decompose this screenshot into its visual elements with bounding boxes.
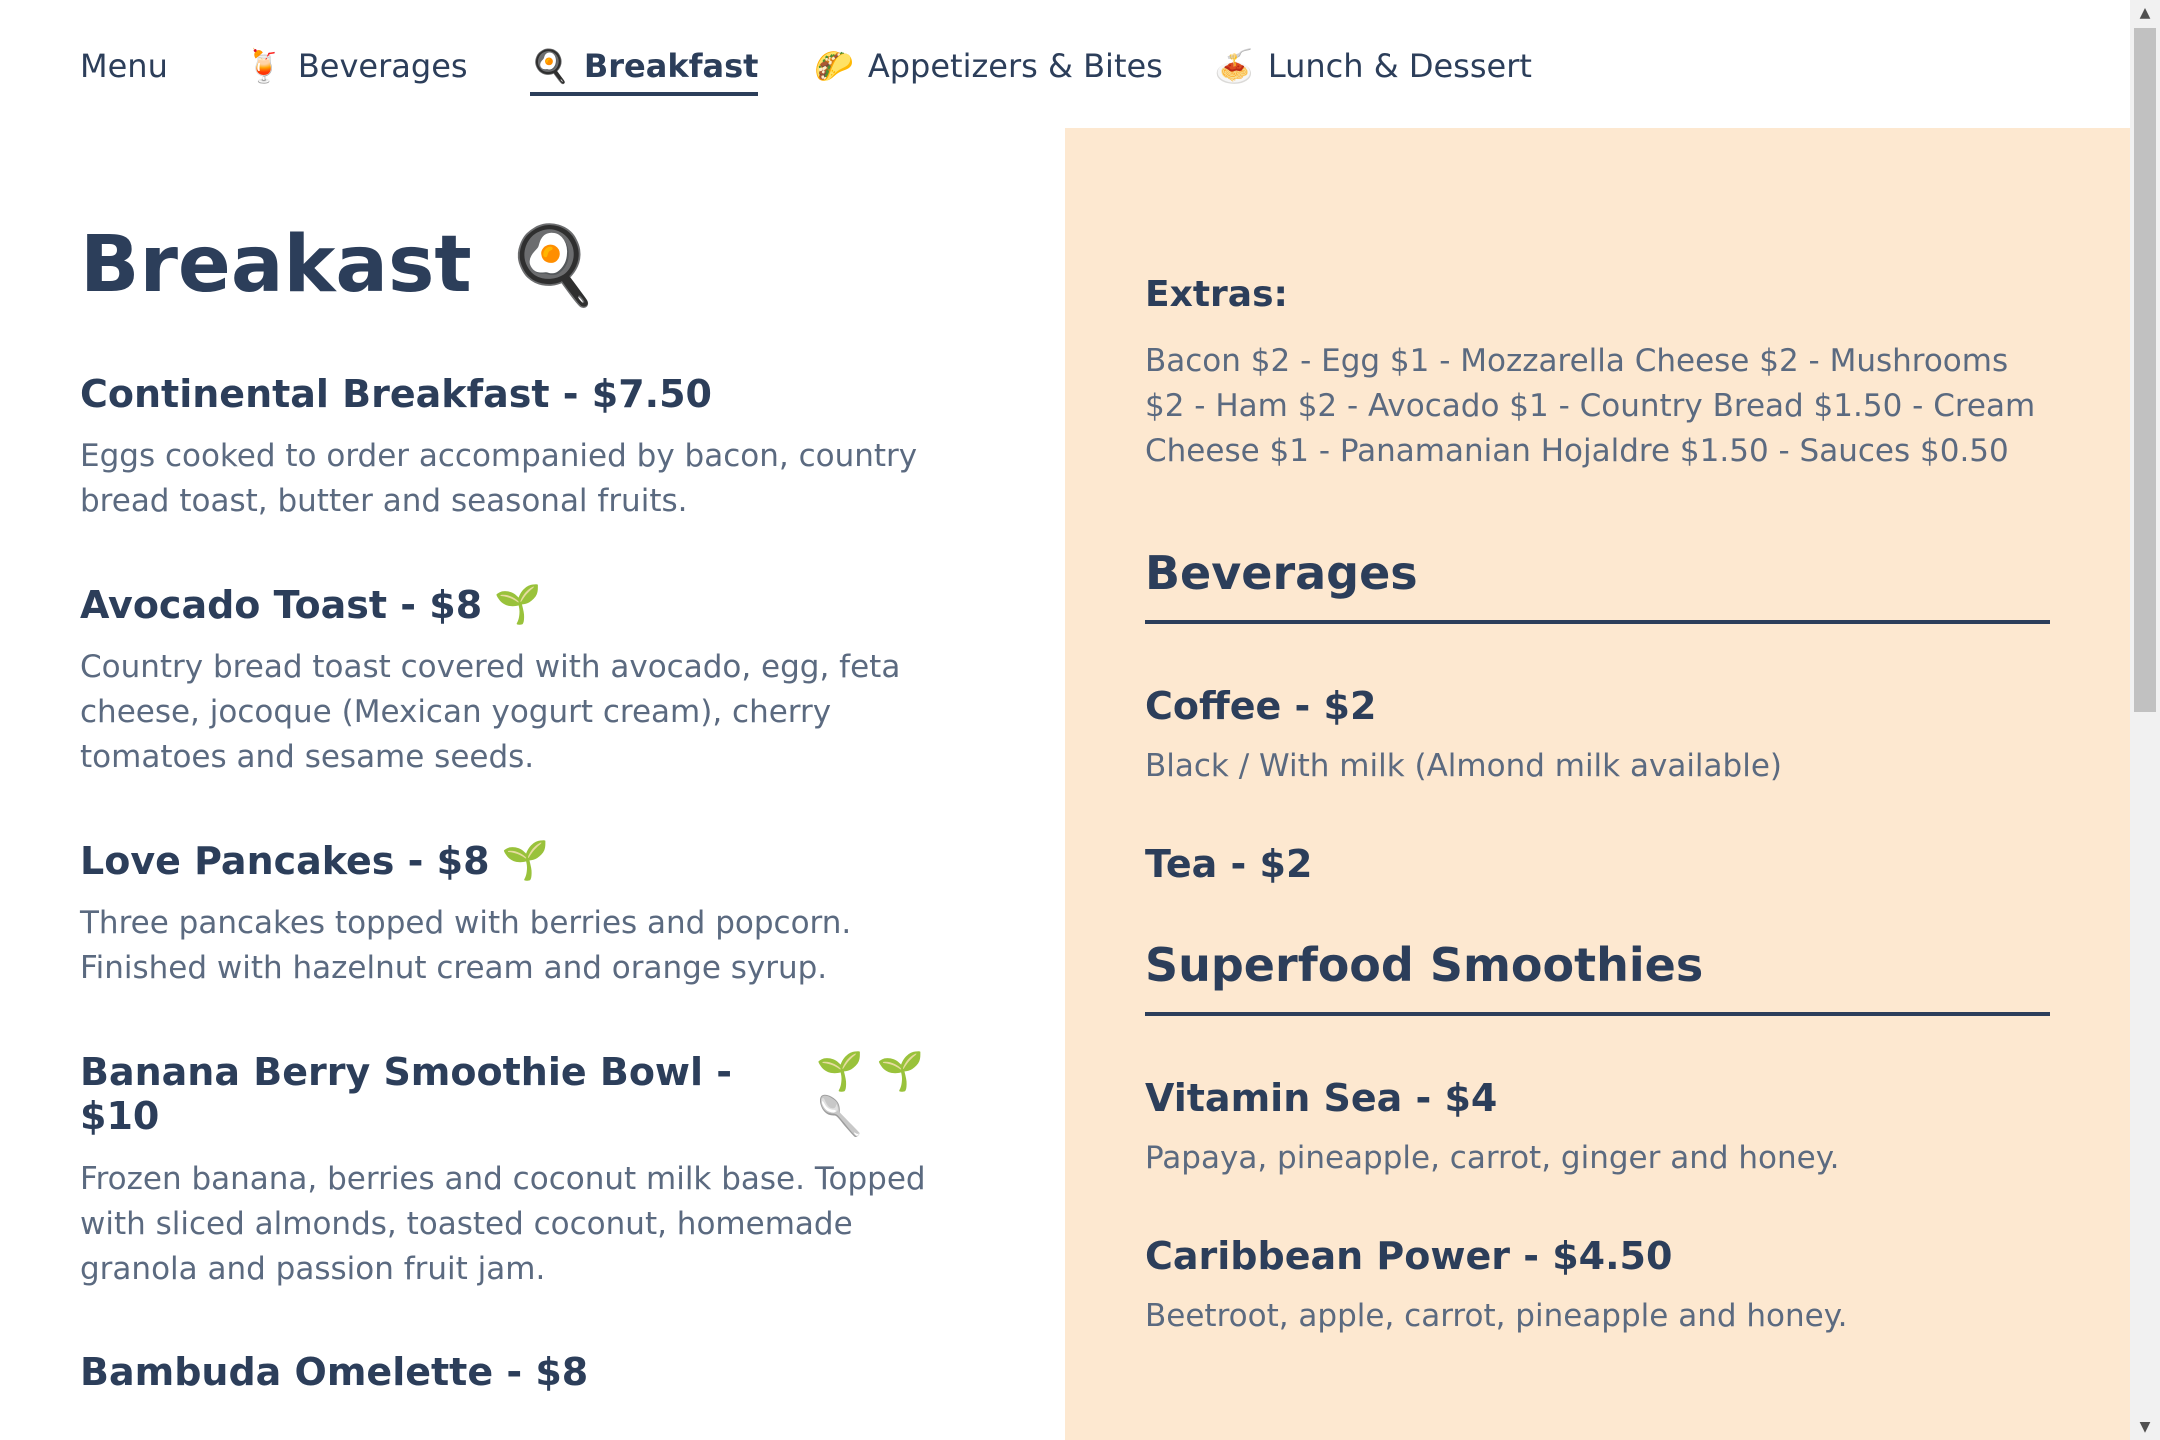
menu-item-title: Caribbean Power - $4.50 (1145, 1234, 1673, 1278)
menu-item-description: Three pancakes topped with berries and p… (80, 905, 852, 986)
menu-item-title: Bambuda Omelette - $8 (80, 1350, 980, 1394)
scroll-up-arrow-icon[interactable]: ▲ (2130, 0, 2160, 26)
menu-item-description: Frozen banana, berries and coconut milk … (80, 1161, 926, 1287)
menu-item: Tea - $2 (1145, 842, 2050, 886)
menu-item-description: Black / With milk (Almond milk available… (1145, 748, 1782, 784)
nav-item-label: Menu (80, 47, 168, 85)
breakfast-section: Breakast 🍳 Continental Breakfast - $7.50… (80, 200, 980, 1394)
menu-item: Continental Breakfast - $7.50 Eggs cooke… (80, 372, 980, 524)
nav-item-lunch-dessert[interactable]: 🍝 Lunch & Dessert (1214, 40, 1532, 92)
nav-item-label: Breakfast (583, 47, 759, 85)
scrollbar-thumb[interactable] (2134, 28, 2156, 712)
menu-item-description: Papaya, pineapple, carrot, ginger and ho… (1145, 1140, 1840, 1176)
menu-item-description: Country bread toast covered with avocado… (80, 649, 901, 775)
top-nav: Menu 🍹 Beverages 🍳 Breakfast 🌮 Appetizer… (0, 0, 2130, 128)
smoothies-heading: Superfood Smoothies (1145, 938, 2050, 1016)
menu-item: Vitamin Sea - $4 Papaya, pineapple, carr… (1145, 1076, 2050, 1176)
nav-item-appetizers[interactable]: 🌮 Appetizers & Bites (814, 40, 1163, 92)
menu-item-name: Love Pancakes - $8 (80, 838, 490, 883)
taco-icon: 🌮 (814, 47, 854, 85)
menu-item-title: Avocado Toast - $8 🌱 (80, 582, 980, 627)
vegetarian-icon: 🌱 (501, 838, 549, 882)
side-panel-content: Extras: Bacon $2 - Egg $1 - Mozzarella C… (1145, 274, 2050, 1334)
extras-label: Extras: (1145, 274, 1288, 315)
menu-item-title: Love Pancakes - $8 🌱 (80, 838, 980, 883)
menu-item-name: Continental Breakfast - $7.50 (80, 372, 712, 416)
side-panel: Extras: Bacon $2 - Egg $1 - Mozzarella C… (1065, 128, 2130, 1440)
scroll-down-arrow-icon[interactable]: ▼ (2130, 1414, 2160, 1440)
nav-item-label: Appetizers & Bites (867, 47, 1163, 85)
nav-item-label: Lunch & Dessert (1267, 47, 1532, 85)
spaghetti-icon: 🍝 (1214, 47, 1254, 85)
nav-item-menu[interactable]: Menu (80, 40, 168, 92)
menu-item-description: Eggs cooked to order accompanied by baco… (80, 438, 918, 519)
beverages-heading: Beverages (1145, 546, 2050, 624)
menu-item: Caribbean Power - $4.50 Beetroot, apple,… (1145, 1234, 2050, 1334)
nav-item-label: Beverages (297, 47, 468, 85)
menu-item-name: Bambuda Omelette - $8 (80, 1350, 589, 1394)
menu-item-title: Coffee - $2 (1145, 684, 1377, 728)
menu-item: Coffee - $2 Black / With milk (Almond mi… (1145, 684, 2050, 784)
menu-item: Love Pancakes - $8 🌱 Three pancakes topp… (80, 838, 980, 991)
menu-item-description: Beetroot, apple, carrot, pineapple and h… (1145, 1298, 1848, 1334)
menu-item: Banana Berry Smoothie Bowl - $10 🌱 🌱 🥄 F… (80, 1049, 980, 1292)
menu-item-name: Banana Berry Smoothie Bowl - $10 (80, 1050, 733, 1138)
extras-list: Bacon $2 - Egg $1 - Mozzarella Cheese $2… (1145, 343, 2036, 469)
menu-item: Avocado Toast - $8 🌱 Country bread toast… (80, 582, 980, 780)
nav-item-breakfast[interactable]: 🍳 Breakfast (530, 40, 759, 96)
menu-item-name: Avocado Toast - $8 (80, 582, 483, 627)
menu-item-title: Vitamin Sea - $4 (1145, 1076, 1498, 1120)
vertical-scrollbar[interactable]: ▲ ▼ (2130, 0, 2160, 1440)
menu-item-title: Banana Berry Smoothie Bowl - $10 🌱 🌱 🥄 (80, 1049, 980, 1139)
vegan-spoon-icon: 🌱 🌱 🥄 (816, 1049, 925, 1138)
page-title-text: Breakast (80, 220, 472, 310)
menu-item-title: Tea - $2 (1145, 842, 1313, 886)
cocktail-icon: 🍹 (244, 47, 284, 85)
frying-pan-icon: 🍳 (530, 47, 570, 85)
frying-pan-icon: 🍳 (505, 220, 601, 309)
nav-item-beverages[interactable]: 🍹 Beverages (244, 40, 468, 92)
menu-item-title: Continental Breakfast - $7.50 (80, 372, 980, 416)
page-title: Breakast 🍳 (80, 200, 980, 330)
vegetarian-icon: 🌱 (494, 582, 542, 626)
menu-item: Bambuda Omelette - $8 (80, 1350, 980, 1394)
